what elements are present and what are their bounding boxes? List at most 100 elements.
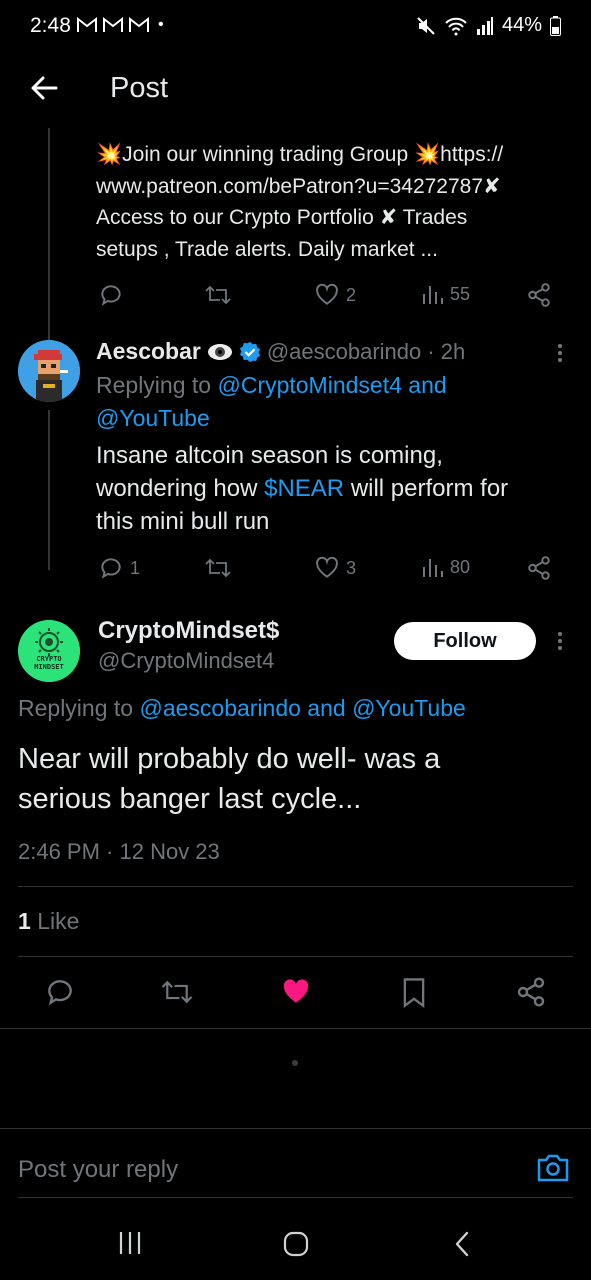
reply-post-header: Aescobar @aescobarindo · 2h: [96, 338, 576, 365]
nav-back-button[interactable]: [452, 1230, 472, 1258]
back-button[interactable]: [26, 70, 62, 106]
status-time: 2:48: [30, 14, 71, 37]
cross-icon: ✘: [379, 206, 398, 229]
divider: [0, 1128, 591, 1129]
wifi-icon: [445, 17, 467, 35]
cross-icon: ✘: [483, 174, 501, 198]
more-options-button[interactable]: [550, 630, 570, 652]
avatar-text: CRYPTO: [36, 655, 62, 663]
like-button[interactable]: [280, 976, 312, 1008]
more-vertical-icon: [558, 344, 562, 362]
repost-button[interactable]: [204, 282, 232, 308]
share-button[interactable]: [526, 555, 552, 581]
avatar[interactable]: [18, 340, 80, 402]
share-icon: [517, 977, 545, 1007]
like-button[interactable]: 2: [314, 282, 356, 308]
top-post-line-3: Access to our Crypto Portfolio ✘ Trades: [96, 206, 468, 229]
mention-link[interactable]: @YouTube: [96, 405, 210, 431]
bookmark-icon: [403, 978, 425, 1008]
top-post-line-1: 💥Join our winning trading Group 💥https:/…: [96, 143, 504, 166]
notification-icons: •: [76, 16, 164, 34]
loading-dot: [292, 1060, 298, 1066]
mute-icon: [417, 16, 435, 35]
share-icon: [528, 556, 550, 580]
reply-button[interactable]: [44, 976, 76, 1008]
views-count: 55: [450, 283, 471, 304]
more-dot-icon: •: [158, 16, 164, 33]
avatar-text: MINDSET: [34, 663, 64, 671]
divider: [18, 886, 573, 887]
reply-button[interactable]: [98, 282, 124, 308]
camera-button[interactable]: [536, 1152, 570, 1184]
heart-icon: [316, 283, 338, 305]
repost-icon: [205, 558, 231, 578]
divider: [18, 1197, 573, 1198]
repost-icon: [161, 980, 193, 1004]
top-post-body[interactable]: 💥Join our winning trading Group 💥https:/…: [96, 139, 576, 265]
cashtag-link[interactable]: $NEAR: [264, 475, 344, 502]
views-icon: [423, 286, 443, 304]
divider: [18, 956, 573, 957]
reply-input[interactable]: [18, 1150, 498, 1190]
likes-summary[interactable]: 1 Like: [18, 908, 79, 935]
chevron-left-icon: [455, 1231, 469, 1257]
repost-button[interactable]: [204, 555, 232, 581]
heart-icon: [316, 556, 338, 578]
replying-to: Replying to @aescobarindo and @YouTube: [18, 695, 466, 721]
avatar[interactable]: CRYPTO MINDSET: [18, 620, 80, 682]
views-button[interactable]: 55: [422, 282, 470, 306]
arrow-left-icon: [31, 76, 58, 100]
author-name[interactable]: CryptoMindset$: [98, 617, 279, 645]
bookmark-button[interactable]: [400, 976, 428, 1008]
repost-icon: [205, 285, 231, 305]
gmail-icon: [129, 16, 149, 32]
main-post-text: Near will probably do well- was a seriou…: [18, 743, 441, 815]
more-options-button[interactable]: [550, 342, 570, 364]
like-count: 2: [346, 284, 357, 305]
reply-count: 1: [130, 557, 141, 578]
battery-percent: 44%: [501, 14, 542, 36]
more-vertical-icon: [558, 632, 562, 650]
author-handle[interactable]: @CryptoMindset4: [98, 648, 274, 674]
views-icon: [423, 559, 443, 577]
post-time: · 2h: [427, 338, 466, 364]
battery-icon: [550, 15, 561, 36]
home-icon: [283, 1231, 309, 1257]
explosion-icon: 💥: [414, 143, 441, 166]
verified-badge-icon: [239, 341, 260, 362]
author-handle[interactable]: @aescobarindo: [267, 339, 421, 365]
top-post-line-4: setups , Trade alerts. Daily market ...: [96, 237, 438, 261]
recent-apps-button[interactable]: [116, 1230, 144, 1256]
top-post-line-2: www.patreon.com/bePatron?u=34272787✘: [96, 174, 501, 198]
comment-icon: [101, 558, 121, 579]
author-name[interactable]: Aescobar: [96, 338, 201, 365]
heart-filled-icon: [283, 979, 309, 1003]
mention-link[interactable]: @aescobarindo and @YouTube: [139, 695, 465, 721]
post-timestamp: 2:46 PM · 12 Nov 23: [18, 839, 220, 864]
thread-connector: [48, 128, 50, 340]
share-button[interactable]: [526, 282, 552, 308]
like-button[interactable]: 3: [314, 555, 356, 581]
follow-button[interactable]: Follow: [394, 622, 536, 660]
repost-button[interactable]: [160, 976, 194, 1008]
like-total: 1: [18, 908, 31, 934]
replying-to: Replying to @CryptoMindset4 and @YouTube: [96, 372, 447, 431]
share-button[interactable]: [515, 976, 547, 1008]
like-count: 3: [346, 557, 357, 578]
like-label: Like: [37, 908, 80, 934]
comment-icon: [101, 285, 121, 306]
gmail-icon: [77, 16, 97, 32]
explosion-icon: 💥: [96, 143, 123, 166]
divider: [0, 1028, 591, 1029]
camera-icon: [537, 1154, 569, 1182]
gmail-icon: [103, 16, 123, 32]
views-button[interactable]: 80: [422, 555, 470, 579]
reply-post-text: Insane altcoin season is coming, wonderi…: [96, 442, 509, 535]
thread-connector: [48, 410, 50, 570]
eye-icon: [207, 343, 232, 360]
home-button[interactable]: [282, 1230, 310, 1258]
mention-link[interactable]: @CryptoMindset4 and: [217, 372, 446, 398]
reply-button[interactable]: 1: [98, 555, 140, 581]
comment-icon: [48, 980, 72, 1006]
share-icon: [528, 283, 550, 307]
